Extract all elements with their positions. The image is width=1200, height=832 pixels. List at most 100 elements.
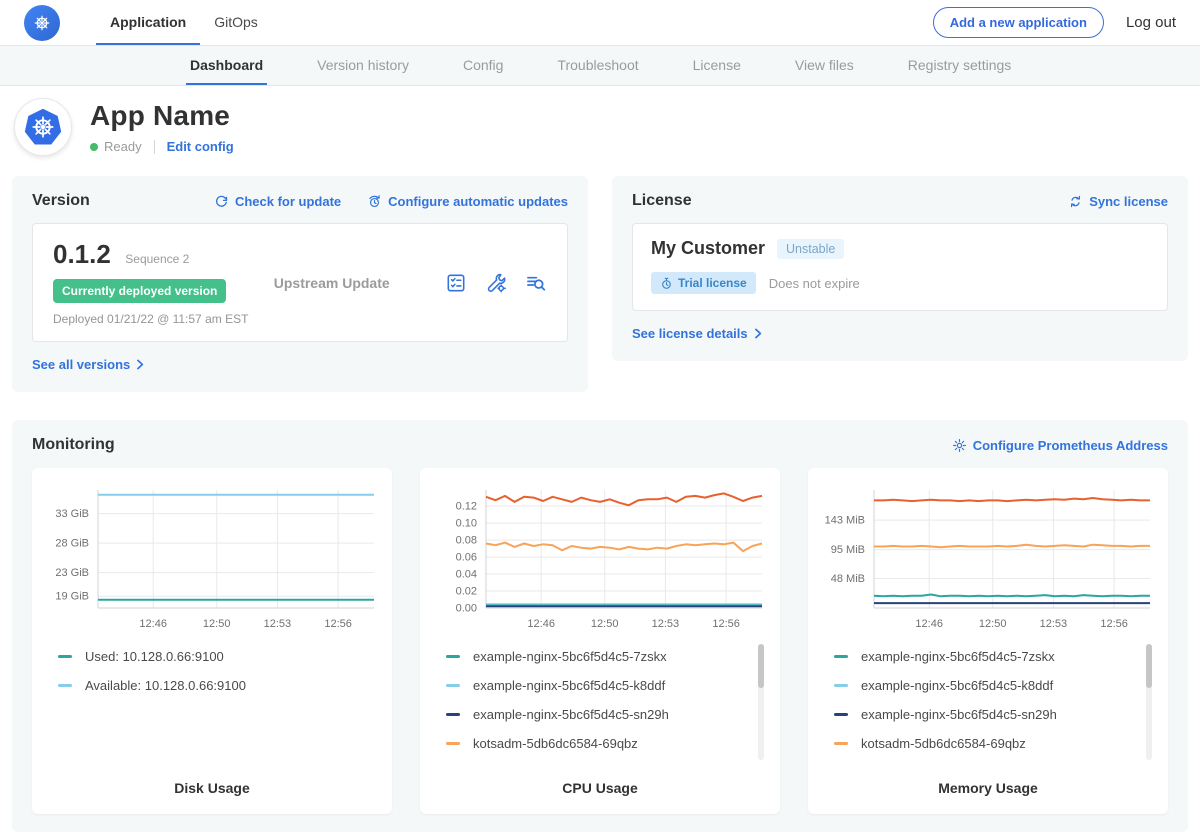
tab-config[interactable]: Config <box>459 46 507 85</box>
memory-usage-chart: 48 MiB95 MiB143 MiB12:4612:5012:5312:56 <box>820 482 1156 634</box>
wrench-gear-icon[interactable] <box>485 272 507 294</box>
license-type-badge: Trial license <box>651 272 756 294</box>
current-version-card: 0.1.2 Sequence 2 Currently deployed vers… <box>32 223 568 342</box>
cpu-usage-chart-card: 0.000.020.040.060.080.100.1212:4612:5012… <box>420 468 780 814</box>
legend-swatch-icon <box>58 684 72 687</box>
svg-text:12:46: 12:46 <box>139 618 167 630</box>
app-icon <box>14 98 72 156</box>
top-navbar: Application GitOps Add a new application… <box>0 0 1200 46</box>
logout-link[interactable]: Log out <box>1126 14 1176 31</box>
preflight-checks-icon[interactable] <box>445 272 467 294</box>
license-details-card: My Customer Unstable Trial license Does … <box>632 223 1168 311</box>
svg-text:0.02: 0.02 <box>456 586 477 598</box>
legend-swatch-icon <box>446 655 460 658</box>
see-all-versions-label: See all versions <box>32 357 130 372</box>
tab-gitops[interactable]: GitOps <box>200 0 272 45</box>
check-for-update-link[interactable]: Check for update <box>214 194 341 209</box>
legend-label: example-nginx-5bc6f5d4c5-7zskx <box>861 649 1055 664</box>
check-for-update-label: Check for update <box>235 194 341 209</box>
edit-config-link[interactable]: Edit config <box>167 139 234 154</box>
svg-text:0.04: 0.04 <box>456 569 477 581</box>
stopwatch-icon <box>660 277 673 290</box>
tab-application[interactable]: Application <box>96 0 200 45</box>
configure-prometheus-link[interactable]: Configure Prometheus Address <box>952 438 1168 453</box>
chevron-right-icon <box>136 359 145 370</box>
license-expiry: Does not expire <box>769 276 860 291</box>
legend-label: Used: 10.128.0.66:9100 <box>85 649 224 664</box>
kubernetes-logo-icon[interactable] <box>24 5 60 41</box>
summary-cards-row: Version Check for update Configure autom… <box>0 172 1200 392</box>
legend-swatch-icon <box>834 655 848 658</box>
svg-text:12:53: 12:53 <box>1040 618 1068 630</box>
legend-label: example-nginx-5bc6f5d4c5-sn29h <box>473 707 669 722</box>
deployed-timestamp: Deployed 01/21/22 @ 11:57 am EST <box>53 312 248 326</box>
svg-text:143 MiB: 143 MiB <box>825 515 865 527</box>
refresh-icon <box>214 194 229 209</box>
svg-text:23 GiB: 23 GiB <box>55 567 89 579</box>
customer-name: My Customer <box>651 238 765 259</box>
see-license-details-label: See license details <box>632 326 748 341</box>
add-application-button[interactable]: Add a new application <box>933 7 1104 38</box>
chart-title: Disk Usage <box>42 768 382 802</box>
svg-text:12:46: 12:46 <box>527 618 555 630</box>
legend-label: example-nginx-5bc6f5d4c5-k8ddf <box>473 678 665 693</box>
license-card-title: License <box>632 192 692 210</box>
legend-scrollbar[interactable] <box>758 644 764 760</box>
legend-item: kotsadm-5db6dc6584-69qbz <box>818 729 1158 758</box>
license-type-label: Trial license <box>678 276 747 290</box>
sync-license-link[interactable]: Sync license <box>1068 194 1168 209</box>
chevron-right-icon <box>754 328 763 339</box>
legend-swatch-icon <box>834 742 848 745</box>
page-title: App Name <box>90 100 234 132</box>
sync-license-label: Sync license <box>1089 194 1168 209</box>
tab-registry-settings[interactable]: Registry settings <box>904 46 1015 85</box>
see-all-versions-link[interactable]: See all versions <box>32 357 145 372</box>
tab-view-files[interactable]: View files <box>791 46 858 85</box>
version-number: 0.1.2 <box>53 239 111 269</box>
legend-item: Available: 10.128.0.66:9100 <box>42 671 382 700</box>
tab-version-history[interactable]: Version history <box>313 46 413 85</box>
configure-updates-label: Configure automatic updates <box>388 194 568 209</box>
svg-text:0.00: 0.00 <box>456 603 477 615</box>
svg-text:12:50: 12:50 <box>979 618 1007 630</box>
svg-text:12:53: 12:53 <box>264 618 292 630</box>
legend-item: example-nginx-5bc6f5d4c5-sn29h <box>430 700 770 729</box>
svg-text:12:50: 12:50 <box>591 618 619 630</box>
view-logs-icon[interactable] <box>525 272 547 294</box>
svg-text:33 GiB: 33 GiB <box>55 508 89 520</box>
chart-title: CPU Usage <box>430 768 770 802</box>
legend-item: Used: 10.128.0.66:9100 <box>42 642 382 671</box>
svg-text:0.06: 0.06 <box>456 552 477 564</box>
disk-usage-chart-card: 19 GiB23 GiB28 GiB33 GiB12:4612:5012:531… <box>32 468 392 814</box>
svg-text:0.12: 0.12 <box>456 501 477 513</box>
legend-scrollbar[interactable] <box>1146 644 1152 760</box>
legend-item: kotsadm-5db6dc6584-69qbz <box>430 729 770 758</box>
tab-troubleshoot[interactable]: Troubleshoot <box>553 46 642 85</box>
divider <box>154 140 155 154</box>
tab-license[interactable]: License <box>689 46 745 85</box>
svg-text:12:56: 12:56 <box>712 618 740 630</box>
cpu-usage-chart: 0.000.020.040.060.080.100.1212:4612:5012… <box>432 482 768 634</box>
legend-item: example-nginx-5bc6f5d4c5-k8ddf <box>430 671 770 700</box>
svg-text:12:46: 12:46 <box>915 618 943 630</box>
legend-swatch-icon <box>446 742 460 745</box>
clock-refresh-icon <box>367 194 382 209</box>
gear-icon <box>952 438 967 453</box>
legend-swatch-icon <box>446 684 460 687</box>
legend-label: Available: 10.128.0.66:9100 <box>85 678 246 693</box>
legend-item: example-nginx-5bc6f5d4c5-sn29h <box>818 700 1158 729</box>
disk-usage-chart: 19 GiB23 GiB28 GiB33 GiB12:4612:5012:531… <box>44 482 380 634</box>
svg-text:12:56: 12:56 <box>324 618 352 630</box>
configure-prometheus-label: Configure Prometheus Address <box>973 438 1168 453</box>
tab-dashboard[interactable]: Dashboard <box>186 46 267 85</box>
svg-text:0.08: 0.08 <box>456 535 477 547</box>
see-license-details-link[interactable]: See license details <box>632 326 763 341</box>
svg-text:95 MiB: 95 MiB <box>831 544 865 556</box>
svg-text:48 MiB: 48 MiB <box>831 573 865 585</box>
legend-label: example-nginx-5bc6f5d4c5-k8ddf <box>861 678 1053 693</box>
legend-item: example-nginx-5bc6f5d4c5-k8ddf <box>818 671 1158 700</box>
legend-label: kotsadm-5db6dc6584-69qbz <box>473 736 638 751</box>
version-source-label: Upstream Update <box>274 275 390 291</box>
legend-label: kotsadm-5db6dc6584-69qbz <box>861 736 1026 751</box>
configure-automatic-updates-link[interactable]: Configure automatic updates <box>367 194 568 209</box>
